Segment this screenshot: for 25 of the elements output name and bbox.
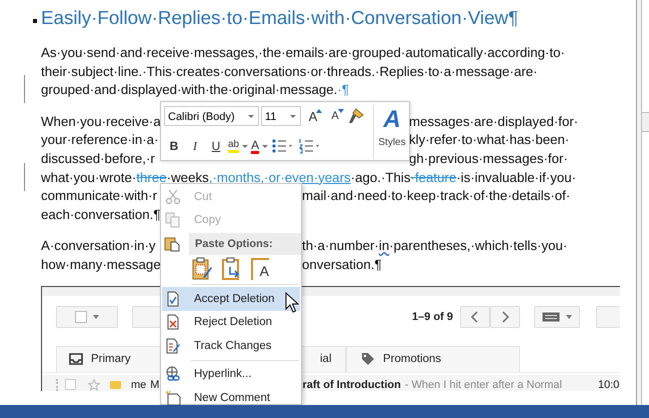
heading: Easily·Follow·Replies·to·Emails·with·Conversation·View¶ bbox=[41, 7, 518, 29]
text-line: gh·previous·messages·for· bbox=[409, 150, 568, 168]
text-line: discussed·before,·r bbox=[41, 150, 155, 166]
text-line: your·reference·in·a· bbox=[41, 132, 158, 148]
text-line: onversation.¶ bbox=[302, 256, 382, 274]
menu-heading: Paste Options: bbox=[189, 233, 301, 255]
email-subject: raft of Introduction bbox=[302, 378, 401, 391]
text-line: what·you·wrote·three·weeks,·months,·or·even·years·ago.·This·feature·is·invaluable·if·you· bbox=[41, 170, 576, 185]
email-time: 10:0 bbox=[598, 378, 620, 391]
text-line: When·you·receive·a bbox=[41, 114, 161, 129]
sender: M bbox=[150, 378, 160, 391]
text-line: their·subject·line.·This·creates·conversations·or·threads.·Replies·to·a·message·are· bbox=[41, 64, 538, 79]
text-line: mail·and·need·to·keep·track·of·the·details·of· bbox=[302, 187, 570, 206]
email-snippet: - When I hit enter after a Normal bbox=[404, 378, 562, 391]
text-line: each·conversation.¶ bbox=[41, 206, 160, 222]
text-line: messages·are·displayed·for· bbox=[409, 112, 578, 131]
text-line: kly·refer·to·what·has·been· bbox=[409, 131, 570, 150]
text-line: how·many·message bbox=[41, 256, 161, 272]
text-line: th·a·number·in·parentheses,·which·tells·you· bbox=[302, 237, 568, 256]
text-line: A·conversation·in·y bbox=[41, 238, 156, 254]
text-line: communicate·with·r bbox=[41, 188, 158, 204]
text-line: grouped·and·displayed·with·the·original·message.·¶ bbox=[41, 82, 349, 98]
sender: me bbox=[131, 378, 146, 391]
text-line: As·you·send·and·receive·messages,·the·emails·are·grouped·automatically·according·to· bbox=[41, 45, 565, 60]
page-info: 1–9 of 9 bbox=[412, 310, 453, 323]
